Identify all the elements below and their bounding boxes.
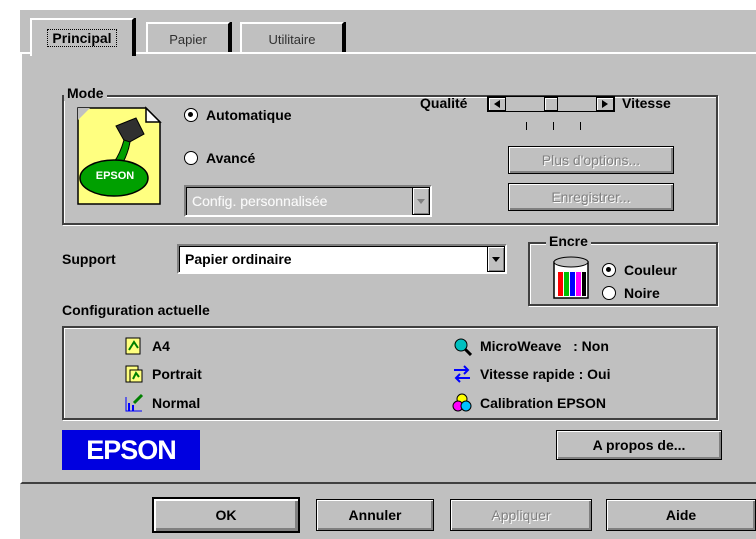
white-margin-left xyxy=(0,0,20,539)
config-paper-size: A4 xyxy=(124,336,170,356)
white-margin-top xyxy=(0,0,756,10)
config-microweave: MicroWeave : Non xyxy=(452,336,609,357)
ok-button[interactable]: OK xyxy=(152,497,300,533)
quality-speed-slider[interactable] xyxy=(487,96,615,112)
mode-group-label: Mode xyxy=(64,85,107,101)
about-button[interactable]: A propos de... xyxy=(556,430,722,460)
speed-label: Vitesse xyxy=(622,95,671,111)
high-speed-icon xyxy=(452,364,472,384)
radio-selected-icon xyxy=(602,263,616,277)
cancel-button-label: Annuler xyxy=(348,507,402,523)
orientation-icon xyxy=(124,364,144,384)
tab-utilitaire-label: Utilitaire xyxy=(268,31,316,47)
ink-cartridge-icon xyxy=(552,256,592,300)
tab-principal-label: Principal xyxy=(47,29,117,47)
slider-left-arrow-icon[interactable] xyxy=(488,97,506,111)
current-config-title: Configuration actuelle xyxy=(62,302,210,318)
tab-principal[interactable]: Principal xyxy=(30,18,134,56)
slider-track[interactable] xyxy=(506,97,596,111)
config-microweave-label: MicroWeave : Non xyxy=(480,338,609,354)
mode-advanced-label: Avancé xyxy=(206,150,256,166)
config-calibration-label: Calibration EPSON xyxy=(480,395,607,411)
about-button-label: A propos de... xyxy=(592,437,686,453)
mode-auto-label: Automatique xyxy=(206,107,292,123)
slider-right-arrow-icon[interactable] xyxy=(596,97,614,111)
config-quality: Normal xyxy=(124,393,200,413)
config-paper-size-label: A4 xyxy=(152,338,170,354)
calibration-icon xyxy=(452,393,472,413)
print-quality-icon xyxy=(124,393,144,413)
config-high-speed-label: Vitesse rapide : Oui xyxy=(480,366,611,382)
tab-papier[interactable]: Papier xyxy=(146,22,230,54)
config-high-speed: Vitesse rapide : Oui xyxy=(452,364,610,384)
tab-utilitaire[interactable]: Utilitaire xyxy=(240,22,344,54)
ok-button-label: OK xyxy=(215,507,237,523)
save-settings-button[interactable]: Enregistrer... xyxy=(508,183,674,211)
apply-button-label: Appliquer xyxy=(491,507,551,523)
quality-label: Qualité xyxy=(420,95,468,111)
more-options-label: Plus d'options... xyxy=(541,152,641,168)
help-button-label: Aide xyxy=(665,507,697,523)
ink-color-radio[interactable]: Couleur xyxy=(602,262,677,278)
ink-group-label: Encre xyxy=(546,233,591,249)
config-orientation: Portrait xyxy=(124,364,202,384)
cancel-button[interactable]: Annuler xyxy=(316,499,434,531)
mode-auto-radio[interactable]: Automatique xyxy=(184,107,292,123)
paper-size-icon xyxy=(124,336,144,356)
tab-papier-label: Papier xyxy=(169,31,207,47)
printer-properties-dialog: Principal Papier Utilitaire Mode EPSON A… xyxy=(0,0,756,539)
custom-config-dropdown[interactable]: Config. personnalisée xyxy=(184,185,432,217)
radio-empty-icon xyxy=(184,151,198,165)
dropdown-arrow-icon[interactable] xyxy=(487,246,505,272)
mode-advanced-radio[interactable]: Avancé xyxy=(184,150,255,166)
ink-color-label: Couleur xyxy=(624,262,677,278)
mode-icon-brand: EPSON xyxy=(95,170,135,182)
ink-black-label: Noire xyxy=(624,285,660,301)
microweave-icon xyxy=(452,336,473,357)
support-label: Support xyxy=(62,251,116,267)
custom-config-value: Config. personnalisée xyxy=(192,193,328,209)
save-settings-label: Enregistrer... xyxy=(551,189,631,205)
support-value: Papier ordinaire xyxy=(185,251,292,267)
support-dropdown[interactable]: Papier ordinaire xyxy=(177,244,507,274)
more-options-button[interactable]: Plus d'options... xyxy=(508,146,674,174)
epson-mode-icon: EPSON xyxy=(74,106,164,206)
slider-thumb[interactable] xyxy=(544,97,558,111)
config-quality-label: Normal xyxy=(152,395,201,411)
help-button[interactable]: Aide xyxy=(606,499,756,531)
dropdown-arrow-icon xyxy=(412,187,430,215)
ink-black-radio[interactable]: Noire xyxy=(602,285,660,301)
slider-ticks xyxy=(526,122,586,132)
epson-logo: EPSON xyxy=(62,430,200,470)
config-calibration: Calibration EPSON xyxy=(452,393,606,413)
config-orientation-label: Portrait xyxy=(152,366,202,382)
apply-button[interactable]: Appliquer xyxy=(450,499,592,531)
radio-empty-icon xyxy=(602,286,616,300)
radio-selected-icon xyxy=(184,108,198,122)
